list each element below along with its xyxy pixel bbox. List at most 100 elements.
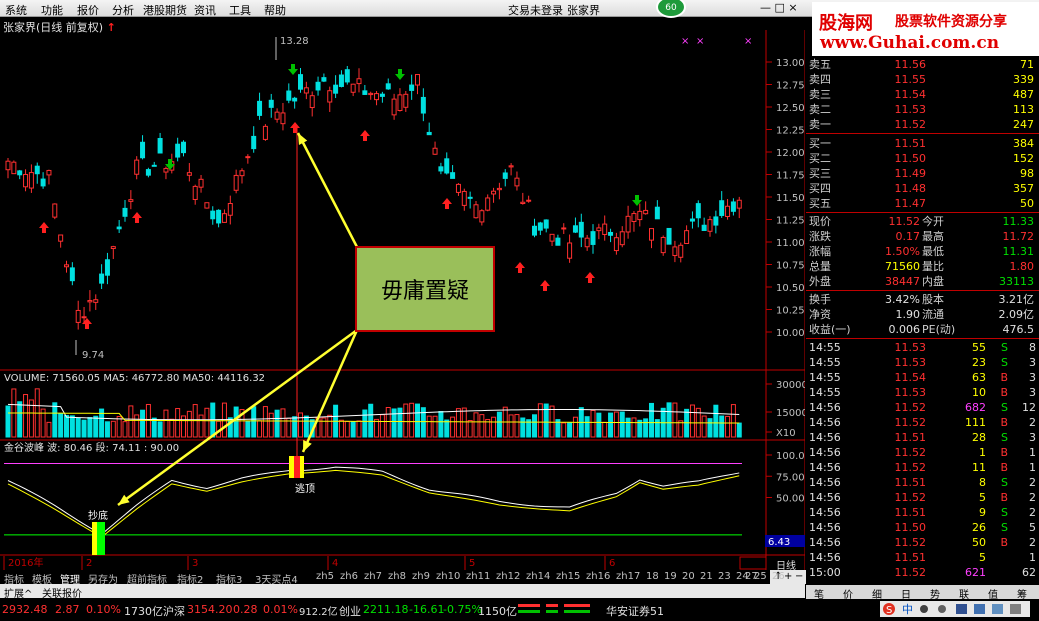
volume-bar	[649, 402, 654, 438]
top-signal-bar	[289, 456, 294, 478]
book-divider	[806, 290, 1039, 291]
candle-body	[309, 95, 315, 109]
indicator-tab-24[interactable]: 23	[718, 571, 731, 582]
brand-name: 股海网	[819, 13, 873, 34]
volume-bar	[356, 420, 362, 438]
indicator-tab-10[interactable]: zh7	[364, 571, 382, 582]
tick-side: S	[1001, 341, 1008, 354]
buy-row[interactable]: 买五 11.47 50	[806, 196, 1039, 211]
indicator-tab-13[interactable]: zh10	[436, 571, 460, 582]
candle-body	[134, 159, 140, 175]
period-label[interactable]: 日线	[770, 556, 806, 572]
tick-volume: 10	[972, 386, 986, 399]
volume-bar	[344, 421, 350, 438]
quote-stat-row: 总量 71560 量比 1.80	[806, 259, 1039, 274]
candle-body	[181, 141, 186, 154]
plus-icon[interactable]: +	[784, 571, 792, 582]
sell-row[interactable]: 卖四 11.55 339	[806, 72, 1039, 87]
buy-row[interactable]: 买三 11.49 98	[806, 166, 1039, 181]
cy-name[interactable]: 创业	[339, 603, 361, 619]
volume-bar	[251, 406, 257, 438]
candle-body	[725, 205, 731, 217]
indicator-tab-14[interactable]: zh11	[466, 571, 490, 582]
indicator-tab-12[interactable]: zh9	[412, 571, 430, 582]
volume-bar	[157, 421, 163, 438]
sell-level-label: 卖四	[809, 73, 831, 86]
tick-price: 11.53	[894, 341, 927, 354]
tick-count: 3	[1029, 431, 1036, 444]
sz-name[interactable]: 沪深	[163, 603, 185, 619]
indicator-tab-27[interactable]: 26	[772, 571, 785, 582]
candle-body	[374, 93, 380, 101]
indicator-tab-21[interactable]: 19	[664, 571, 677, 582]
sell-row[interactable]: 卖一 11.52 247	[806, 117, 1039, 132]
menu-news[interactable]: 资讯	[194, 2, 216, 18]
sell-row[interactable]: 卖三 11.54 487	[806, 87, 1039, 102]
stat-label: 流通	[922, 308, 944, 321]
tick-price: 11.52	[894, 536, 927, 549]
menu-tools[interactable]: 工具	[229, 2, 251, 18]
date-label: 2	[86, 558, 92, 569]
tick-count: 2	[1029, 416, 1036, 429]
tick-time: 14:56	[809, 446, 841, 459]
menu-hk-futures[interactable]: 港股期货	[143, 2, 187, 18]
sell-signal-arrow-icon	[395, 69, 405, 80]
buy-row[interactable]: 买一 11.51 384	[806, 136, 1039, 151]
indicator-tab-23[interactable]: 21	[700, 571, 713, 582]
volume-bar	[385, 407, 391, 438]
brand-url: www.Guhai.com.cn	[820, 33, 1000, 53]
volume-bar	[368, 403, 374, 438]
price-tick-label: 12.50	[776, 103, 805, 114]
sell-price: 11.53	[894, 103, 927, 116]
volume-bar	[379, 414, 385, 438]
candle-body	[385, 83, 391, 90]
sh-index[interactable]: 2932.48	[2, 603, 48, 616]
login-status[interactable]: 交易未登录	[508, 2, 563, 18]
candle-body	[75, 309, 81, 323]
sell-row[interactable]: 卖五 11.56 71	[806, 57, 1039, 72]
indicator-tab-11[interactable]: zh8	[388, 571, 406, 582]
stat-label: 换手	[809, 293, 831, 306]
candle-body	[163, 168, 169, 173]
menu-quote[interactable]: 报价	[77, 2, 99, 18]
stat-value: 38447	[885, 275, 920, 288]
stat-label: PE(动)	[922, 323, 956, 336]
expand-tab[interactable]: 扩展^	[4, 585, 32, 600]
tick-side: B	[1000, 371, 1008, 384]
volume-bar	[520, 417, 526, 438]
tick-price: 11.51	[894, 476, 927, 489]
broker-name[interactable]: 华安证券51	[606, 603, 664, 619]
menu-function[interactable]: 功能	[41, 2, 63, 18]
related-quotes-tab[interactable]: 关联报价	[42, 585, 82, 600]
buy-volume: 152	[1013, 152, 1034, 165]
indicator-tab-15[interactable]: zh12	[496, 571, 520, 582]
indicator-tab-8[interactable]: zh5	[316, 571, 334, 582]
sell-row[interactable]: 卖二 11.53 113	[806, 102, 1039, 117]
indicator-tab-17[interactable]: zh15	[556, 571, 580, 582]
indicator-tab-9[interactable]: zh6	[340, 571, 358, 582]
indicator-tab-19[interactable]: zh17	[616, 571, 640, 582]
volume-bar	[327, 414, 333, 438]
menu-analysis[interactable]: 分析	[112, 2, 134, 18]
indicator-tab-22[interactable]: 20	[682, 571, 695, 582]
sell-volume: 113	[1013, 103, 1034, 116]
tick-count: 2	[1029, 491, 1036, 504]
indicator-tab-28[interactable]: 27	[745, 571, 758, 582]
volume-bar	[409, 402, 415, 438]
indicator-tab-16[interactable]: zh14	[526, 571, 550, 582]
stat-label: 涨幅	[809, 245, 831, 258]
osc-value-label: 6.43	[768, 537, 790, 548]
buy-row[interactable]: 买四 11.48 357	[806, 181, 1039, 196]
menu-help[interactable]: 帮助	[264, 2, 286, 18]
indicator-tab-18[interactable]: zh16	[586, 571, 610, 582]
minus-icon[interactable]: −	[795, 571, 803, 582]
window-controls[interactable]: — □ ×	[760, 1, 798, 14]
tick-time: 15:00	[809, 566, 841, 579]
stat-value: 11.31	[1002, 245, 1035, 258]
candle-body	[333, 84, 339, 94]
menu-system[interactable]: 系统	[5, 2, 27, 18]
buy-row[interactable]: 买二 11.50 152	[806, 151, 1039, 166]
indicator-tab-20[interactable]: 18	[646, 571, 659, 582]
kline-chart[interactable]: 13.00 12.75 12.50 12.25 12.00 11.75 11.50 11.25…	[0, 30, 805, 585]
ime-toolbar[interactable]: S中	[880, 601, 1030, 620]
